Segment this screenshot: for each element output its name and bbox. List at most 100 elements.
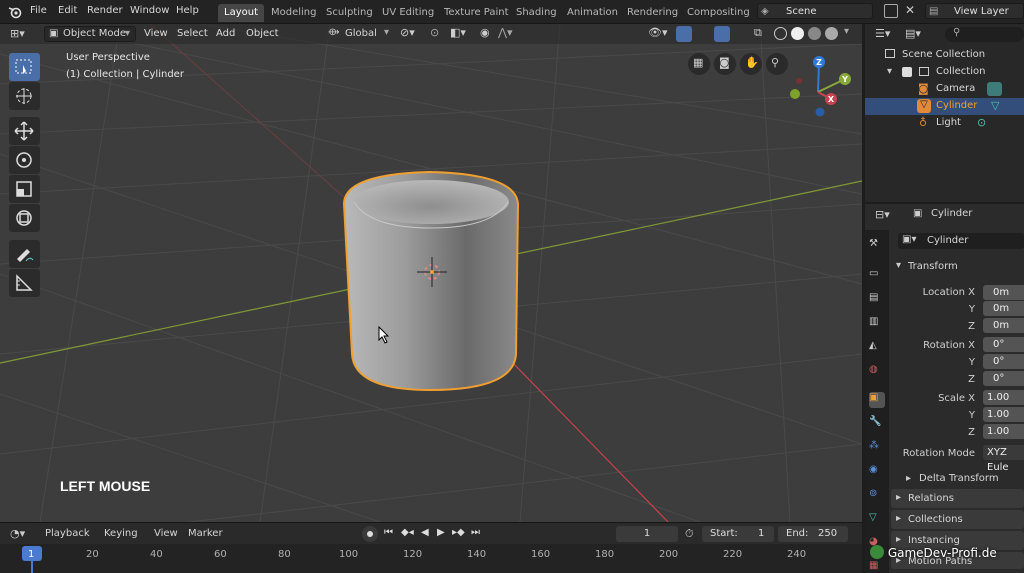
location-x-field[interactable]: 0m	[983, 285, 1024, 300]
scale-x-field[interactable]: 1.00	[983, 390, 1024, 405]
relations-panel-header[interactable]: ▸ Relations	[891, 489, 1024, 508]
tool-tab-icon[interactable]: ⚒	[869, 238, 885, 254]
viewport-menu-object[interactable]: Object	[246, 28, 279, 39]
select-box-tool[interactable]	[9, 53, 40, 81]
collections-panel-header[interactable]: ▸ Collections	[891, 510, 1024, 529]
play-icon[interactable]: ▶	[437, 527, 445, 538]
cursor-tool[interactable]	[9, 82, 40, 110]
delta-transform-subpanel[interactable]: ▸ Delta Transform	[901, 471, 1024, 487]
scale-y-field[interactable]: 1.00	[983, 407, 1024, 422]
toggle-camera-button[interactable]: ◙	[714, 53, 736, 75]
outliner-search-input[interactable]: ⚲	[945, 27, 1024, 42]
measure-tool[interactable]	[9, 269, 40, 297]
pan-view-button[interactable]: ✋	[740, 53, 762, 75]
start-frame-field[interactable]: Start: 1	[702, 526, 774, 542]
tab-modeling[interactable]: Modeling	[265, 4, 323, 22]
viewport-menu-view[interactable]: View	[144, 28, 168, 39]
view-layer-tab-icon[interactable]: ▥	[869, 316, 885, 332]
next-keyframe-icon[interactable]: ▸◆	[452, 527, 465, 538]
delete-scene-icon[interactable]: ✕	[905, 3, 915, 17]
light-data-icon[interactable]: ⊙	[977, 116, 986, 129]
checkbox-icon[interactable]	[902, 67, 912, 77]
tab-animation[interactable]: Animation	[561, 4, 624, 22]
xray-icon[interactable]: ⧉	[754, 26, 762, 40]
overlay-toggle-icon[interactable]	[714, 26, 730, 42]
tab-rendering[interactable]: Rendering	[621, 4, 684, 22]
particles-tab-icon[interactable]: ⁂	[869, 440, 885, 456]
view-layer-selector[interactable]: View Layer ▤	[925, 3, 1024, 19]
camera-data-icon[interactable]	[987, 82, 1002, 96]
editor-type-icon[interactable]: ⊞▾	[10, 27, 25, 40]
tab-shading[interactable]: Shading	[510, 4, 563, 22]
shading-wireframe-icon[interactable]	[774, 27, 787, 40]
end-frame-field[interactable]: End: 250	[778, 526, 848, 542]
data-tab-icon[interactable]: ▽	[869, 512, 885, 528]
outliner-row-camera[interactable]: ◙ Camera	[865, 81, 1024, 98]
output-tab-icon[interactable]: ▤	[869, 292, 885, 308]
timeline-editor-icon[interactable]: ◔▾	[10, 527, 25, 540]
scale-z-field[interactable]: 1.00	[983, 424, 1024, 439]
outliner-row-collection[interactable]: ▾ Collection	[865, 64, 1024, 81]
current-frame-field[interactable]: 1	[616, 526, 678, 542]
transform-tool[interactable]	[9, 204, 40, 232]
proportional-edit-icon[interactable]: ◉	[480, 26, 490, 39]
menu-file[interactable]: File	[30, 5, 47, 16]
menu-help[interactable]: Help	[176, 5, 199, 16]
physics-tab-icon[interactable]: ◉	[869, 464, 885, 480]
scene-tab-icon[interactable]: ◭	[869, 340, 885, 356]
tab-sculpting[interactable]: Sculpting	[320, 4, 379, 22]
outliner-row-cylinder[interactable]: ▽ Cylinder ▽	[865, 98, 1024, 115]
rotation-z-field[interactable]: 0°	[983, 371, 1024, 386]
jump-start-icon[interactable]: ⏮	[384, 527, 393, 538]
shading-material-icon[interactable]	[808, 27, 821, 40]
outliner-row-light[interactable]: ♁ Light ⊙	[865, 115, 1024, 132]
snap-target-icon[interactable]: ◧▾	[450, 26, 466, 39]
3d-viewport[interactable]: ⊞▾ ▣ Object Mode ▾ View Select Add Objec…	[0, 24, 862, 522]
play-reverse-icon[interactable]: ◀	[421, 527, 429, 538]
move-tool[interactable]	[9, 117, 40, 145]
scene-selector[interactable]: Scene ◈	[757, 3, 873, 19]
prev-keyframe-icon[interactable]: ◆◂	[401, 527, 414, 538]
menu-edit[interactable]: Edit	[58, 5, 77, 16]
transform-panel-header[interactable]: ▾ Transform	[891, 258, 1024, 276]
falloff-icon[interactable]: ⋀▾	[498, 26, 513, 39]
timeline-menu-keying[interactable]: Keying	[104, 528, 138, 539]
record-icon[interactable]	[362, 526, 378, 542]
rotation-x-field[interactable]: 0°	[983, 337, 1024, 352]
rotate-tool[interactable]	[9, 146, 40, 174]
timeline-menu-view[interactable]: View	[154, 528, 178, 539]
annotate-tool[interactable]	[9, 240, 40, 268]
new-scene-icon[interactable]	[884, 4, 898, 18]
render-tab-icon[interactable]: ▭	[869, 268, 885, 284]
datablock-field[interactable]: ▣▾ Cylinder	[898, 233, 1024, 249]
viewport-menu-add[interactable]: Add	[216, 28, 235, 39]
outliner-row-scene-collection[interactable]: Scene Collection	[865, 47, 1024, 64]
rotation-y-field[interactable]: 0°	[983, 354, 1024, 369]
menu-render[interactable]: Render	[87, 5, 123, 16]
modifier-tab-icon[interactable]: 🔧	[869, 416, 885, 432]
viewport-menu-select[interactable]: Select	[177, 28, 208, 39]
timeline-scrubber[interactable]: 1 20 40 60 80 100 120 140 160 180 200 22…	[0, 544, 862, 573]
object-tab-icon[interactable]: ▣	[869, 392, 885, 408]
snap-icon[interactable]: ⊙	[430, 26, 439, 39]
blender-logo-icon[interactable]	[8, 5, 22, 19]
scale-tool[interactable]	[9, 175, 40, 203]
chevron-down-icon[interactable]: ▾	[844, 26, 849, 37]
shading-rendered-icon[interactable]	[825, 27, 838, 40]
rotation-mode-select[interactable]: XYZ Eule	[983, 445, 1024, 473]
mesh-data-icon[interactable]: ▽	[991, 99, 999, 112]
visibility-icon[interactable]: 👁▾	[648, 26, 668, 39]
outliner-editor-icon[interactable]: ☰▾	[875, 27, 890, 40]
stopwatch-icon[interactable]: ⏱	[685, 527, 694, 541]
jump-end-icon[interactable]: ⏭	[471, 527, 480, 538]
menu-window[interactable]: Window	[130, 5, 169, 16]
location-y-field[interactable]: 0m	[983, 301, 1024, 316]
tab-compositing[interactable]: Compositing	[681, 4, 756, 22]
location-z-field[interactable]: 0m	[983, 318, 1024, 333]
world-tab-icon[interactable]: ◍	[869, 364, 885, 380]
pivot-icon[interactable]: ⊘▾	[400, 26, 415, 39]
timeline-menu-marker[interactable]: Marker	[188, 528, 223, 539]
properties-editor-icon[interactable]: ⊟▾	[875, 208, 890, 221]
tab-layout[interactable]: Layout	[218, 4, 264, 22]
tab-texture-paint[interactable]: Texture Paint	[438, 4, 515, 22]
